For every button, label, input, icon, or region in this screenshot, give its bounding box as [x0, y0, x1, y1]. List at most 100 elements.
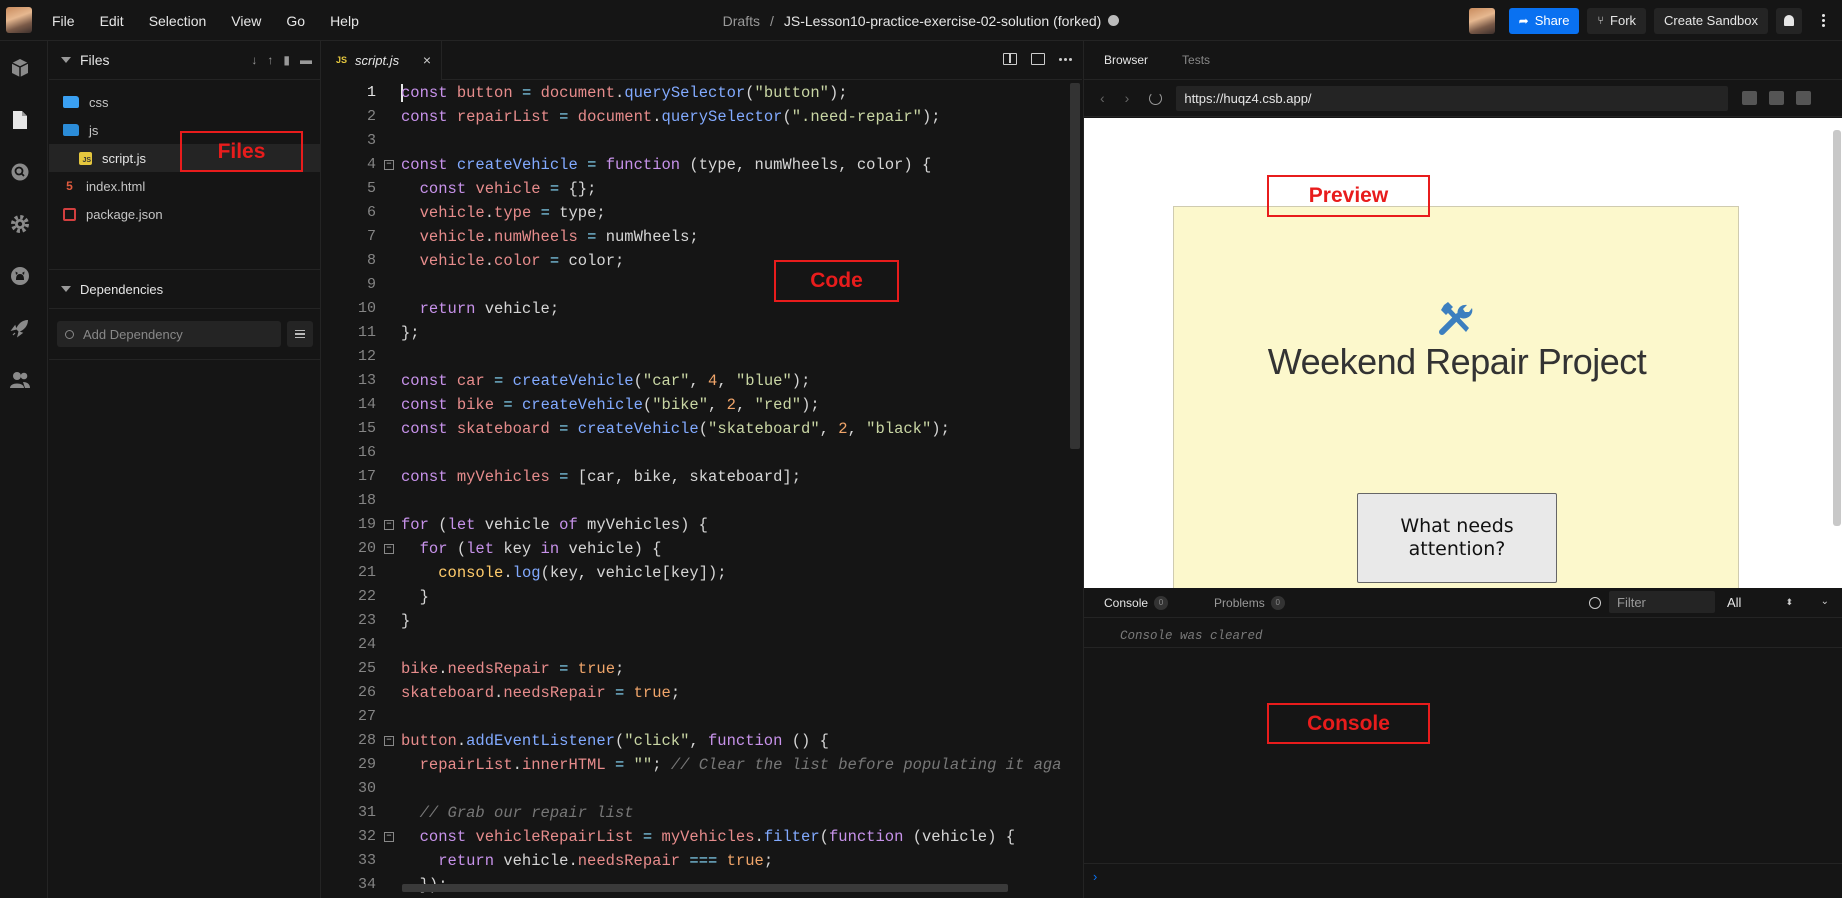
menu-help[interactable]: Help: [330, 13, 359, 29]
menu-view[interactable]: View: [231, 13, 261, 29]
new-folder-icon[interactable]: ▬: [300, 53, 312, 67]
code-line: 1 const button = document.querySelector("…: [366, 84, 848, 102]
folder-icon: [63, 96, 79, 108]
upload-icon[interactable]: ↑: [267, 53, 273, 67]
rocket-icon[interactable]: [9, 317, 31, 339]
problems-count-badge: 0: [1270, 595, 1285, 610]
code-line: 12: [357, 348, 376, 365]
what-needs-attention-button[interactable]: What needs attention?: [1357, 493, 1557, 583]
menu-edit[interactable]: Edit: [100, 13, 124, 29]
menu-bar: File Edit Selection View Go Help: [52, 0, 384, 41]
add-dependency-input[interactable]: [83, 326, 263, 342]
gear-icon[interactable]: [9, 213, 31, 235]
more-vertical-icon: [1821, 14, 1825, 27]
refresh-icon[interactable]: [1149, 91, 1163, 105]
menu-file[interactable]: File: [52, 13, 75, 29]
clear-console-icon[interactable]: [1589, 597, 1601, 609]
users-icon[interactable]: [9, 369, 31, 391]
close-icon[interactable]: ×: [423, 52, 431, 68]
more-horizontal-icon[interactable]: [1059, 53, 1072, 65]
dependency-list-button[interactable]: [287, 321, 313, 347]
collaborator-avatar[interactable]: [1468, 7, 1495, 34]
code-line: 18: [357, 492, 376, 509]
notifications-button[interactable]: [1776, 7, 1802, 34]
tree-item-css[interactable]: css: [49, 88, 320, 116]
drafts-link[interactable]: Drafts: [723, 13, 760, 29]
more-menu-button[interactable]: [1810, 8, 1836, 34]
console-filter-input[interactable]: [1617, 594, 1711, 610]
new-file-icon[interactable]: ▮: [283, 53, 290, 67]
code-line: 13 const car = createVehicle("car", 4, "b…: [357, 372, 811, 390]
preview-scrollbar[interactable]: [1833, 130, 1841, 526]
code-line: 6 vehicle.type = type;: [366, 204, 606, 222]
tab-problems[interactable]: Problems: [1214, 596, 1265, 610]
console-message: Console was cleared: [1120, 629, 1263, 643]
tree-item-index-html[interactable]: 5 index.html: [49, 172, 320, 200]
console-toolbar: Console 0 Problems 0 All ⬍ ⌄: [1084, 588, 1842, 618]
tab-browser[interactable]: Browser: [1104, 53, 1148, 67]
title-separator: /: [769, 12, 774, 29]
dependencies-section-header[interactable]: Dependencies: [49, 269, 321, 309]
menu-go[interactable]: Go: [286, 13, 305, 29]
search-icon: [65, 329, 74, 339]
devtools-icon[interactable]: [1742, 91, 1758, 105]
code-area[interactable]: 1 const button = document.querySelector("…: [322, 81, 1082, 896]
code-line: 8 vehicle.color = color;: [366, 252, 625, 270]
add-dependency-field: [57, 321, 281, 347]
code-editor: JS script.js × 1 const button = document.…: [322, 40, 1082, 898]
tab-console[interactable]: Console: [1104, 596, 1148, 610]
layout-icon[interactable]: [1796, 91, 1812, 105]
horizontal-scrollbar[interactable]: [402, 884, 1008, 892]
preview-panel: Browser Tests ‹ › Weekend Repair Project…: [1083, 41, 1842, 898]
code-line: 22 }: [357, 588, 429, 606]
log-level-select[interactable]: All ⬍: [1721, 591, 1799, 613]
tree-item-package-json[interactable]: package.json: [49, 200, 320, 228]
annotation-preview: Preview: [1267, 175, 1430, 217]
dependencies-header-label: Dependencies: [80, 281, 164, 297]
fork-button[interactable]: ⑂ Fork: [1587, 7, 1647, 34]
annotation-files: Files: [180, 131, 303, 172]
url-input[interactable]: [1184, 90, 1715, 106]
download-icon[interactable]: ↓: [251, 53, 257, 67]
code-line: 27: [357, 708, 376, 725]
search-icon[interactable]: [9, 161, 31, 183]
divider: [1084, 863, 1842, 864]
code-line: 14 const bike = createVehicle("bike", 2, …: [357, 396, 820, 414]
code-line: 21 console.log(key, vehicle[key]);: [357, 564, 727, 582]
new-window-icon[interactable]: [1769, 91, 1785, 105]
console-prompt[interactable]: ›: [1093, 869, 1097, 884]
divider: [49, 359, 321, 360]
preview-icon[interactable]: [1031, 53, 1045, 65]
js-file-icon: JS: [79, 151, 92, 165]
back-icon[interactable]: ‹: [1100, 90, 1105, 106]
topbar-actions: ➦ Share ⑂ Fork Create Sandbox: [1468, 0, 1842, 41]
page-title: Weekend Repair Project: [1267, 341, 1647, 382]
create-sandbox-button[interactable]: Create Sandbox: [1654, 7, 1768, 34]
user-avatar[interactable]: [6, 7, 32, 33]
js-file-icon: JS: [336, 55, 348, 65]
github-icon[interactable]: [9, 265, 31, 287]
tools-icon: [1439, 302, 1473, 335]
code-line: 29 repairList.innerHTML = ""; // Clear t…: [357, 756, 1062, 774]
bell-icon: [1784, 15, 1794, 26]
files-icon[interactable]: [9, 109, 31, 131]
code-line: 20− for (let key in vehicle) {: [357, 540, 662, 558]
tab-tests[interactable]: Tests: [1182, 53, 1210, 67]
caret-down-icon: [61, 286, 71, 292]
sandbox-name[interactable]: JS-Lesson10-practice-exercise-02-solutio…: [784, 13, 1101, 29]
divider: [1084, 647, 1842, 648]
share-button[interactable]: ➦ Share: [1508, 7, 1580, 34]
tab-script-js[interactable]: JS script.js ×: [322, 40, 442, 80]
vertical-scrollbar[interactable]: [1070, 83, 1080, 449]
menu-selection[interactable]: Selection: [149, 13, 207, 29]
code-line: 32− const vehicleRepairList = myVehicles…: [357, 828, 1016, 846]
globe-icon: [1108, 15, 1120, 26]
cube-icon[interactable]: [9, 57, 31, 79]
code-line: 9: [366, 276, 376, 293]
files-header-label: Files: [80, 52, 110, 68]
forward-icon[interactable]: ›: [1125, 90, 1130, 106]
split-view-icon[interactable]: [1003, 53, 1017, 65]
code-line: 7 vehicle.numWheels = numWheels;: [366, 228, 699, 246]
chevron-down-icon[interactable]: ⌄: [1821, 596, 1829, 607]
code-line: 16: [357, 444, 376, 461]
